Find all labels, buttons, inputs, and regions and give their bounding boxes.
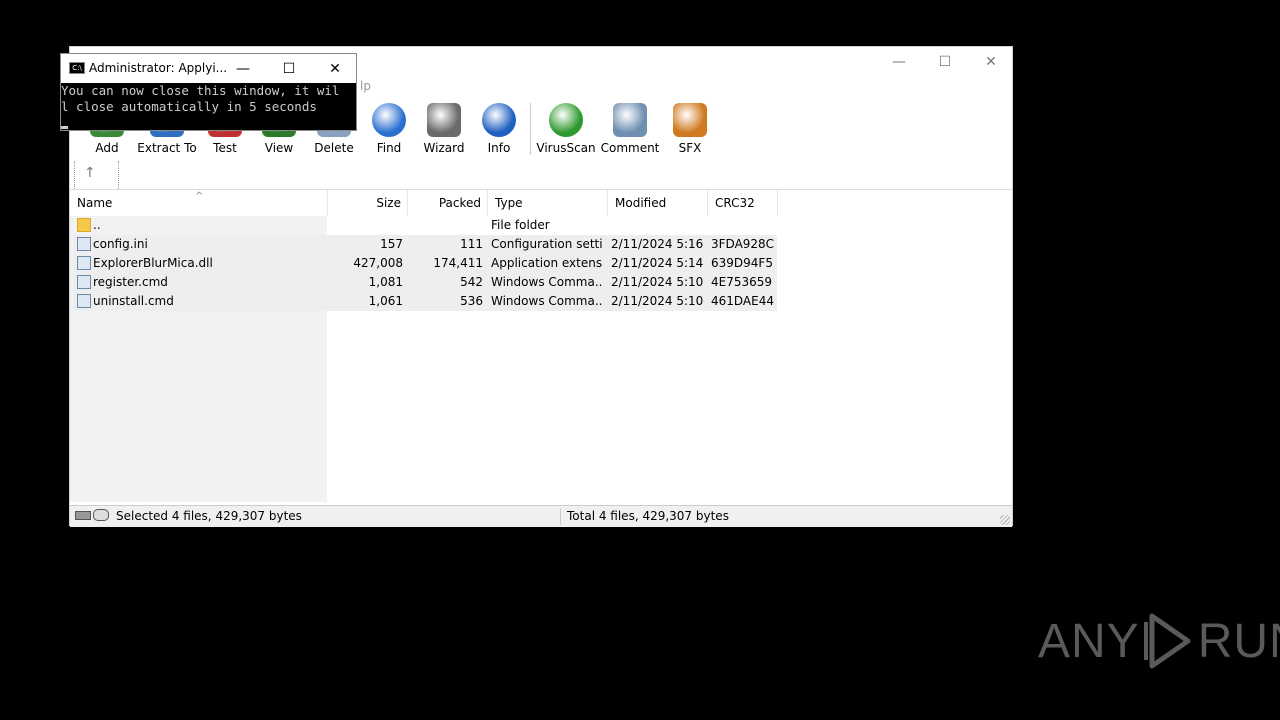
watermark-left: ANY: [1038, 614, 1140, 668]
resize-grip-icon[interactable]: [1000, 515, 1010, 525]
sfx-icon: [673, 103, 707, 137]
cell-type: Windows Comma...: [491, 294, 603, 308]
status-selected: Selected 4 files, 429,307 bytes: [116, 509, 302, 523]
cell-packed: 536: [460, 294, 483, 308]
column-header-name[interactable]: ^ Name: [70, 190, 328, 216]
cell-crc: 4E753659: [711, 275, 773, 289]
maximize-button[interactable]: ☐: [922, 47, 968, 77]
cell-crc: 3FDA928C: [711, 237, 775, 251]
toolbar-label: Info: [487, 141, 511, 155]
cell-modified: 2/11/2024 5:10 ...: [611, 294, 706, 308]
status-bar: Selected 4 files, 429,307 bytes Total 4 …: [70, 505, 1012, 527]
toolbar-label: VirusScan: [536, 141, 596, 155]
table-row[interactable]: register.cmd 1,081 542 Windows Comma... 2/11…: [73, 273, 777, 292]
console-icon: C:\: [69, 62, 85, 74]
toolbar-button-info[interactable]: Info: [469, 103, 529, 159]
dll-file-icon: [77, 256, 91, 270]
cell-name: ExplorerBlurMica.dll: [93, 256, 213, 270]
toolbar-label: Find: [376, 141, 402, 155]
cell-size: 427,008: [353, 256, 403, 270]
toolbar-label: Wizard: [423, 141, 465, 155]
folder-icon: [77, 218, 91, 232]
column-header-modified[interactable]: Modified: [608, 190, 708, 216]
console-window: C:\ Administrator: Applyi... — ☐ ✕ You c…: [60, 53, 357, 131]
toolbar-button-find[interactable]: Find: [359, 103, 419, 159]
find-icon: [372, 103, 406, 137]
column-header-packed[interactable]: Packed: [408, 190, 488, 216]
drive-icon: [75, 511, 91, 520]
console-cursor: [61, 126, 68, 129]
cell-type: Windows Comma...: [491, 275, 603, 289]
cell-name: uninstall.cmd: [93, 294, 174, 308]
close-button[interactable]: ✕: [968, 47, 1014, 77]
toolbar-label: SFX: [678, 141, 702, 155]
column-header-crc32[interactable]: CRC32: [708, 190, 778, 216]
address-divider-2: [118, 161, 120, 189]
column-header-size[interactable]: Size: [328, 190, 408, 216]
column-header-type[interactable]: Type: [488, 190, 608, 216]
toolbar-button-virusscan[interactable]: VirusScan: [536, 103, 596, 159]
cell-size: 1,081: [368, 275, 403, 289]
cell-packed: 542: [460, 275, 483, 289]
minimize-button[interactable]: —: [876, 47, 922, 77]
table-row[interactable]: ExplorerBlurMica.dll 427,008 174,411 Applic…: [73, 254, 777, 273]
anyrun-watermark: ANY RUN: [1038, 612, 1280, 670]
toolbar-button-sfx[interactable]: SFX: [660, 103, 720, 159]
wizard-icon: [427, 103, 461, 137]
cell-crc: 461DAE44: [711, 294, 774, 308]
comment-icon: [613, 103, 647, 137]
cmd-file-icon: [77, 275, 91, 289]
cell-name: config.ini: [93, 237, 148, 251]
ini-file-icon: [77, 237, 91, 251]
toolbar-button-comment[interactable]: Comment: [600, 103, 660, 159]
table-row[interactable]: config.ini 157 111 Configuration setti... 2/…: [73, 235, 777, 254]
toolbar-label: View: [264, 141, 294, 155]
toolbar-label: Add: [95, 141, 119, 155]
table-row[interactable]: uninstall.cmd 1,061 536 Windows Comma... 2/1…: [73, 292, 777, 311]
toolbar-label: Delete: [314, 141, 354, 155]
file-list: ^ Name Size Packed Type Modified CRC32 .…: [70, 189, 1012, 502]
address-divider: [74, 161, 76, 189]
cell-type: File folder: [491, 218, 550, 232]
cell-modified: 2/11/2024 5:16 ...: [611, 237, 706, 251]
info-icon: [482, 103, 516, 137]
cell-size: 1,061: [368, 294, 403, 308]
status-total: Total 4 files, 429,307 bytes: [567, 509, 729, 523]
play-logo-icon: [1143, 613, 1191, 669]
virusscan-icon: [549, 103, 583, 137]
cell-modified: 2/11/2024 5:14 ...: [611, 256, 706, 270]
menu-help-fragment[interactable]: lp: [360, 79, 371, 93]
cell-packed: 174,411: [433, 256, 483, 270]
cell-modified: 2/11/2024 5:10 ...: [611, 275, 706, 289]
console-title: Administrator: Applyi...: [89, 61, 228, 75]
table-row[interactable]: .. File folder: [73, 216, 777, 235]
cell-type: Configuration setti...: [491, 237, 603, 251]
watermark-right: RUN: [1197, 614, 1280, 668]
cell-crc: 639D94F5: [711, 256, 773, 270]
toolbar-label: Test: [213, 141, 237, 155]
console-line-2: l close automatically in 5 seconds: [61, 99, 317, 114]
cell-packed: 111: [460, 237, 483, 251]
toolbar-separator: [530, 103, 531, 155]
cell-name: ..: [93, 218, 101, 232]
key-icon: [93, 509, 109, 521]
sort-caret-icon: ^: [195, 191, 204, 202]
console-output: You can now close this window, it wil l …: [61, 83, 339, 115]
cell-name: register.cmd: [93, 275, 168, 289]
toolbar-label: Comment: [600, 141, 660, 155]
cell-size: 157: [380, 237, 403, 251]
toolbar-label: Extract To: [137, 141, 197, 155]
cmd-file-icon: [77, 294, 91, 308]
toolbar-button-wizard[interactable]: Wizard: [414, 103, 474, 159]
status-divider: [560, 508, 561, 525]
console-titlebar: C:\ Administrator: Applyi... — ☐ ✕: [61, 54, 356, 83]
console-close-button[interactable]: ✕: [312, 54, 358, 83]
cell-type: Application extens...: [491, 256, 603, 270]
console-line-1: You can now close this window, it wil: [61, 83, 340, 98]
console-maximize-button[interactable]: ☐: [266, 54, 312, 83]
console-minimize-button[interactable]: —: [220, 54, 266, 83]
up-arrow-icon[interactable]: ↑: [84, 165, 100, 183]
